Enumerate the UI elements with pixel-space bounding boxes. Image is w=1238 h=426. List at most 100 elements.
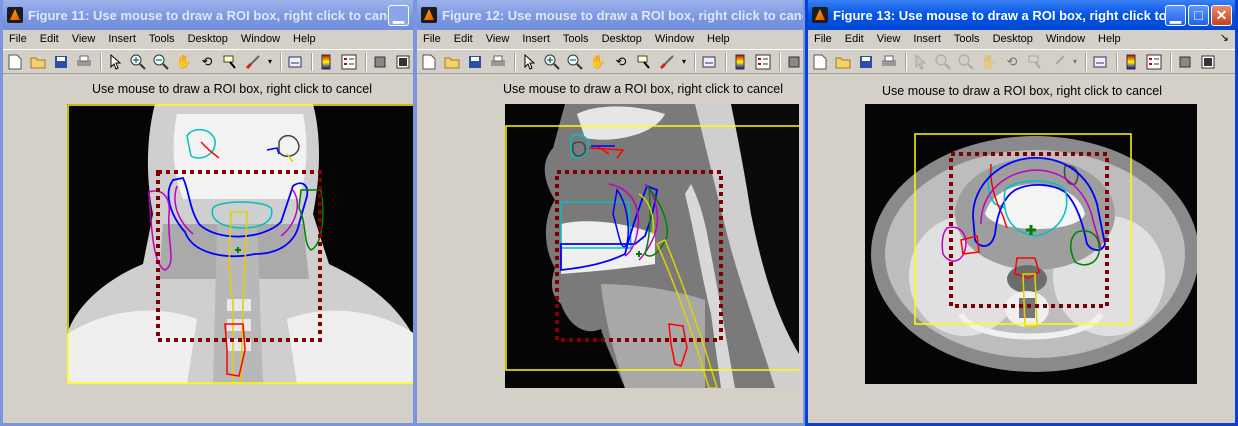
zoom-out-icon[interactable] bbox=[957, 53, 975, 71]
edit-plot-arrow-icon[interactable] bbox=[911, 53, 929, 71]
menu-edit[interactable]: Edit bbox=[40, 33, 59, 45]
brush-dropdown-icon[interactable]: ▾ bbox=[1072, 53, 1078, 71]
toolbar-separator bbox=[725, 52, 726, 71]
menu-help[interactable]: Help bbox=[1098, 33, 1121, 45]
menu-insert[interactable]: Insert bbox=[913, 33, 941, 45]
rotate-3d-icon[interactable]: ⟲ bbox=[1003, 53, 1021, 71]
menu-file[interactable]: File bbox=[423, 33, 441, 45]
pan-hand-icon[interactable]: ✋ bbox=[589, 53, 607, 71]
menu-tools[interactable]: Tools bbox=[149, 33, 175, 45]
open-file-icon[interactable] bbox=[29, 53, 47, 71]
rotate-3d-icon[interactable]: ⟲ bbox=[198, 53, 216, 71]
menu-tools[interactable]: Tools bbox=[954, 33, 980, 45]
figure-window-12[interactable]: Figure 12: Use mouse to draw a ROI box, … bbox=[414, 0, 806, 426]
maximize-button[interactable]: □ bbox=[1188, 4, 1209, 26]
rotate-3d-icon[interactable]: ⟲ bbox=[612, 53, 630, 71]
data-cursor-icon[interactable] bbox=[221, 53, 239, 71]
print-icon[interactable] bbox=[489, 53, 507, 71]
title-bar[interactable]: Figure 12: Use mouse to draw a ROI box, … bbox=[417, 0, 803, 30]
zoom-out-icon[interactable] bbox=[152, 53, 170, 71]
menu-file[interactable]: File bbox=[814, 33, 832, 45]
data-cursor-icon[interactable] bbox=[635, 53, 653, 71]
window-title: Figure 13: Use mouse to draw a ROI box, … bbox=[833, 7, 1165, 23]
show-plot-tools-icon[interactable] bbox=[1199, 53, 1217, 71]
hide-plot-tools-icon[interactable] bbox=[785, 53, 803, 71]
minimize-icon: ▁ bbox=[1170, 6, 1181, 23]
brush-icon[interactable] bbox=[1049, 53, 1067, 71]
menu-desktop[interactable]: Desktop bbox=[602, 33, 642, 45]
menu-tools[interactable]: Tools bbox=[563, 33, 589, 45]
pan-hand-icon[interactable]: ✋ bbox=[175, 53, 193, 71]
save-icon[interactable] bbox=[466, 53, 484, 71]
menu-insert[interactable]: Insert bbox=[108, 33, 136, 45]
brush-icon[interactable] bbox=[658, 53, 676, 71]
menu-file[interactable]: File bbox=[9, 33, 27, 45]
close-button[interactable]: ✕ bbox=[1211, 4, 1232, 26]
menu-view[interactable]: View bbox=[72, 33, 96, 45]
menu-view[interactable]: View bbox=[877, 33, 901, 45]
menu-window[interactable]: Window bbox=[241, 33, 280, 45]
show-plot-tools-icon[interactable] bbox=[394, 53, 412, 71]
axes-title: Use mouse to draw a ROI box, right click… bbox=[503, 82, 783, 96]
menu-edit[interactable]: Edit bbox=[845, 33, 864, 45]
menu-insert[interactable]: Insert bbox=[522, 33, 550, 45]
ct-sagittal-image[interactable] bbox=[505, 104, 799, 388]
edit-plot-arrow-icon[interactable] bbox=[106, 53, 124, 71]
image-axes[interactable] bbox=[865, 104, 1197, 384]
menu-window[interactable]: Window bbox=[1046, 33, 1085, 45]
print-icon[interactable] bbox=[880, 53, 898, 71]
dock-arrow-icon[interactable]: ↘ bbox=[1220, 31, 1229, 44]
hide-plot-tools-icon[interactable] bbox=[1176, 53, 1194, 71]
brush-dropdown-icon[interactable]: ▾ bbox=[681, 53, 687, 71]
data-cursor-icon[interactable] bbox=[1026, 53, 1044, 71]
zoom-in-icon[interactable] bbox=[543, 53, 561, 71]
zoom-in-icon[interactable] bbox=[934, 53, 952, 71]
menu-bar: File Edit View Insert Tools Desktop Wind… bbox=[808, 30, 1235, 48]
open-file-icon[interactable] bbox=[443, 53, 461, 71]
colorbar-icon[interactable] bbox=[731, 53, 749, 71]
menu-desktop[interactable]: Desktop bbox=[188, 33, 228, 45]
link-plot-icon[interactable] bbox=[1091, 53, 1109, 71]
figure-window-11[interactable]: Figure 11: Use mouse to draw a ROI box, … bbox=[0, 0, 416, 426]
open-file-icon[interactable] bbox=[834, 53, 852, 71]
menu-help[interactable]: Help bbox=[707, 33, 730, 45]
save-icon[interactable] bbox=[857, 53, 875, 71]
menu-edit[interactable]: Edit bbox=[454, 33, 473, 45]
link-plot-icon[interactable] bbox=[286, 53, 304, 71]
menu-view[interactable]: View bbox=[486, 33, 510, 45]
menu-desktop[interactable]: Desktop bbox=[993, 33, 1033, 45]
zoom-in-icon[interactable] bbox=[129, 53, 147, 71]
pan-hand-icon[interactable]: ✋ bbox=[980, 53, 998, 71]
title-bar[interactable]: Figure 11: Use mouse to draw a ROI box, … bbox=[3, 0, 413, 30]
new-figure-icon[interactable] bbox=[420, 53, 438, 71]
colorbar-icon[interactable] bbox=[317, 53, 335, 71]
figure-window-13[interactable]: Figure 13: Use mouse to draw a ROI box, … bbox=[805, 0, 1238, 426]
link-plot-icon[interactable] bbox=[700, 53, 718, 71]
legend-icon[interactable] bbox=[754, 53, 772, 71]
menu-window[interactable]: Window bbox=[655, 33, 694, 45]
brush-icon[interactable] bbox=[244, 53, 262, 71]
print-icon[interactable] bbox=[75, 53, 93, 71]
edit-plot-arrow-icon[interactable] bbox=[520, 53, 538, 71]
new-figure-icon[interactable] bbox=[6, 53, 24, 71]
minimize-button[interactable]: ▁ bbox=[1165, 4, 1186, 26]
new-figure-icon[interactable] bbox=[811, 53, 829, 71]
hide-plot-tools-icon[interactable] bbox=[371, 53, 389, 71]
colorbar-icon[interactable] bbox=[1122, 53, 1140, 71]
image-axes[interactable] bbox=[505, 104, 799, 388]
save-icon[interactable] bbox=[52, 53, 70, 71]
toolbar-separator bbox=[1170, 52, 1171, 71]
zoom-out-icon[interactable] bbox=[566, 53, 584, 71]
title-bar[interactable]: Figure 13: Use mouse to draw a ROI box, … bbox=[808, 0, 1235, 30]
legend-icon[interactable] bbox=[340, 53, 358, 71]
toolbar-separator bbox=[280, 52, 281, 71]
close-icon: ✕ bbox=[1215, 6, 1228, 23]
ct-coronal-image[interactable] bbox=[67, 104, 415, 384]
minimize-button[interactable]: ▁ bbox=[388, 4, 409, 26]
toolbar-separator bbox=[905, 52, 906, 71]
menu-help[interactable]: Help bbox=[293, 33, 316, 45]
image-axes[interactable] bbox=[67, 104, 415, 384]
legend-icon[interactable] bbox=[1145, 53, 1163, 71]
ct-axial-image[interactable] bbox=[865, 104, 1197, 384]
brush-dropdown-icon[interactable]: ▾ bbox=[267, 53, 273, 71]
